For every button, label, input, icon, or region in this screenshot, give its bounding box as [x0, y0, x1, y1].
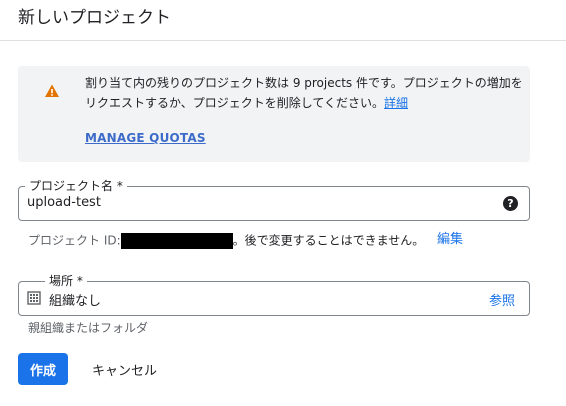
create-button[interactable]: 作成: [18, 353, 68, 385]
project-name-label: プロジェクト名 *: [25, 178, 127, 194]
location-label: 場所 *: [45, 273, 87, 289]
help-icon[interactable]: ?: [503, 196, 518, 211]
location-value: 組織なし: [49, 294, 102, 309]
quota-message: 割り当て内の残りのプロジェクト数は 9 projects 件です。プロジェクトの…: [85, 76, 523, 110]
project-name-input[interactable]: upload-test: [27, 195, 101, 210]
warning-icon: [45, 84, 59, 97]
location-hint: 親組織またはフォルダ: [28, 321, 149, 335]
project-id-redacted: [120, 232, 233, 249]
page-title: 新しいプロジェクト: [18, 8, 171, 28]
project-id-row: プロジェクト ID: 。後で変更することはできません。: [28, 232, 425, 249]
organization-icon: [27, 291, 41, 305]
quota-warning-banner: 割り当て内の残りのプロジェクト数は 9 projects 件です。プロジェクトの…: [18, 66, 530, 162]
project-id-note: 。後で変更することはできません。: [232, 233, 425, 248]
cancel-button[interactable]: キャンセル: [82, 353, 167, 385]
project-name-field[interactable]: プロジェクト名 * upload-test ?: [18, 178, 530, 221]
location-field[interactable]: 場所 * 組織なし 参照: [18, 273, 530, 316]
project-id-prefix: プロジェクト ID:: [28, 233, 121, 248]
browse-location-link[interactable]: 参照: [489, 290, 515, 309]
manage-quotas-link[interactable]: MANAGE QUOTAS: [85, 131, 206, 145]
edit-project-id-link[interactable]: 編集: [437, 232, 463, 248]
details-link[interactable]: 詳細: [384, 96, 408, 110]
page-header: 新しいプロジェクト: [0, 0, 566, 41]
